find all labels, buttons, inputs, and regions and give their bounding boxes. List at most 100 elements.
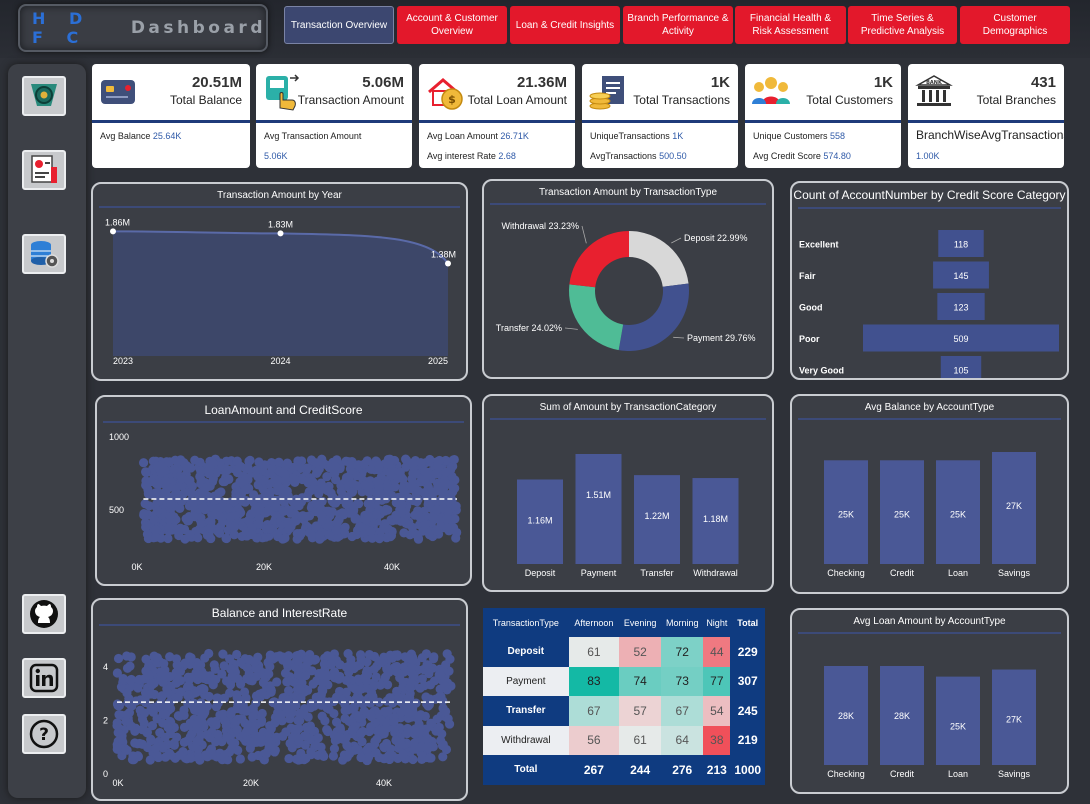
bar-value-label: 27K — [1006, 501, 1022, 511]
x-tick-label: 0K — [131, 562, 142, 572]
chart-loanamount-creditscore[interactable]: LoanAmount and CreditScore 1000 500 0K 20K 4… — [95, 395, 472, 586]
svg-text:BANK: BANK — [926, 80, 943, 86]
scatter-point — [264, 669, 274, 679]
transaction-time-matrix[interactable]: TransactionType Afternoon Evening Morning Ni… — [483, 608, 765, 785]
scatter-point — [306, 703, 316, 713]
scatter-point — [273, 701, 283, 711]
scatter-point — [416, 458, 426, 468]
scatter-point — [243, 463, 253, 473]
scatter-point — [177, 496, 187, 506]
scatter-point — [237, 496, 247, 506]
scatter-point — [143, 488, 153, 498]
home-loan-icon: $ — [428, 78, 463, 110]
category-label: Very Good — [799, 366, 844, 376]
scatter-point — [149, 689, 160, 700]
scatter-point — [179, 722, 190, 732]
chart-transaction-amount-by-type[interactable]: Transaction Amount by TransactionType De… — [482, 179, 774, 379]
scatter-point — [241, 727, 252, 737]
scatter-point — [184, 475, 194, 486]
tab-account-customer-overview[interactable]: Account & Customer Overview — [397, 6, 507, 44]
scatter-point — [340, 522, 350, 532]
kpi-sub-label: Avg Loan Amount — [427, 131, 498, 141]
sidebar-settings-button[interactable] — [22, 76, 66, 116]
tab-customer-demographics[interactable]: Customer Demographics — [960, 6, 1070, 44]
kpi-label: Total Balance — [169, 93, 242, 107]
scatter-point — [113, 653, 124, 664]
scatter-point — [301, 661, 311, 671]
chart-amount-by-category[interactable]: Sum of Amount by TransactionCategory 1.1… — [482, 394, 774, 592]
sidebar-linkedin-button[interactable] — [22, 658, 66, 698]
scatter-point — [341, 687, 351, 697]
scatter-point — [295, 708, 305, 719]
tab-time-series[interactable]: Time Series & Predictive Analysis — [848, 6, 957, 44]
table-row[interactable]: Withdrawal 56 61 64 38 219 — [483, 725, 765, 755]
kpi-label: Total Branches — [976, 93, 1056, 107]
chart-credit-score-category[interactable]: Count of AccountNumber by Credit Score C… — [790, 181, 1069, 380]
scatter-point — [282, 458, 292, 468]
data-point — [445, 260, 451, 267]
kpi-value: 20.51M — [191, 74, 242, 91]
scatter-point — [141, 467, 151, 477]
kpi-sub-label: BranchWiseAvgTransactions — [916, 128, 1064, 142]
sidebar-github-button[interactable] — [22, 594, 66, 634]
sidebar-help-button[interactable]: ? — [22, 714, 66, 754]
scatter-point — [233, 745, 243, 755]
tab-financial-health[interactable]: Financial Health & Risk Assessment — [735, 6, 846, 44]
coins-receipt-icon — [589, 76, 624, 110]
chart-balance-interestrate[interactable]: Balance and InterestRate 4 2 0 0K 20K 40K — [91, 598, 468, 801]
sidebar-report-button[interactable] — [22, 150, 66, 190]
leader-line — [671, 237, 682, 244]
x-tick-label: Checking — [827, 568, 865, 578]
row-total: 307 — [730, 666, 765, 696]
scatter-point — [171, 678, 181, 688]
scatter-point — [226, 707, 237, 717]
scatter-point — [165, 750, 176, 760]
scatter-point — [344, 749, 355, 759]
scatter-point — [379, 506, 390, 516]
table-row[interactable]: Payment 83 74 73 77 307 — [483, 666, 765, 696]
scatter-point — [362, 670, 373, 680]
scatter-point — [290, 724, 300, 734]
kpi-sub-value: 26.71K — [500, 131, 529, 141]
table-row[interactable]: Transfer 67 57 67 54 245 — [483, 696, 765, 726]
table-row[interactable]: Deposit 61 52 72 44 229 — [483, 637, 765, 667]
scatter-point — [432, 504, 442, 515]
scatter-point — [254, 518, 264, 529]
scatter-point — [158, 718, 168, 728]
scatter-point — [156, 460, 166, 470]
tab-transaction-overview[interactable]: Transaction Overview — [284, 6, 394, 44]
sidebar-data-settings-button[interactable] — [22, 234, 66, 274]
customers-icon — [752, 77, 790, 104]
scatter-point — [226, 664, 236, 674]
bar-value-label: 145 — [953, 271, 968, 281]
bar-value-label: 25K — [894, 509, 910, 519]
scatter-point — [335, 733, 345, 743]
scatter-point — [398, 749, 408, 760]
slice-label: Transfer 24.02% — [496, 323, 562, 333]
scatter-point — [391, 510, 401, 520]
scatter-point — [126, 652, 136, 662]
scatter-point — [211, 720, 221, 730]
scatter-point — [242, 484, 252, 495]
scatter-point — [142, 529, 153, 539]
tab-loan-credit-insights[interactable]: Loan & Credit Insights — [510, 6, 620, 44]
scatter-point — [433, 457, 443, 467]
scatter-point — [114, 710, 124, 720]
chart-avg-loan-by-accounttype[interactable]: Avg Loan Amount by AccountType 28K Checki… — [790, 608, 1069, 794]
scatter-point — [112, 699, 123, 709]
scatter-point — [294, 684, 305, 694]
scatter-point — [361, 515, 371, 525]
scatter-point — [394, 693, 404, 703]
chart-avg-balance-by-accounttype[interactable]: Avg Balance by AccountType 25K Checking 25… — [790, 394, 1069, 594]
area-fill — [113, 231, 448, 356]
scatter-point — [419, 488, 429, 498]
x-tick-label: Savings — [998, 568, 1031, 578]
tab-branch-performance[interactable]: Branch Performance & Activity — [623, 6, 733, 44]
bar-value-label: 118 — [954, 240, 968, 250]
scatter-point — [270, 502, 281, 512]
sidebar: ? — [8, 64, 86, 798]
scatter-point — [251, 465, 261, 475]
chart-transaction-amount-by-year[interactable]: Transaction Amount by Year 1.86M 2023 1.83… — [91, 182, 468, 381]
kpi-sub-label: UniqueTransactions — [590, 131, 670, 141]
kpi-sub-label: Unique Customers — [753, 131, 828, 141]
